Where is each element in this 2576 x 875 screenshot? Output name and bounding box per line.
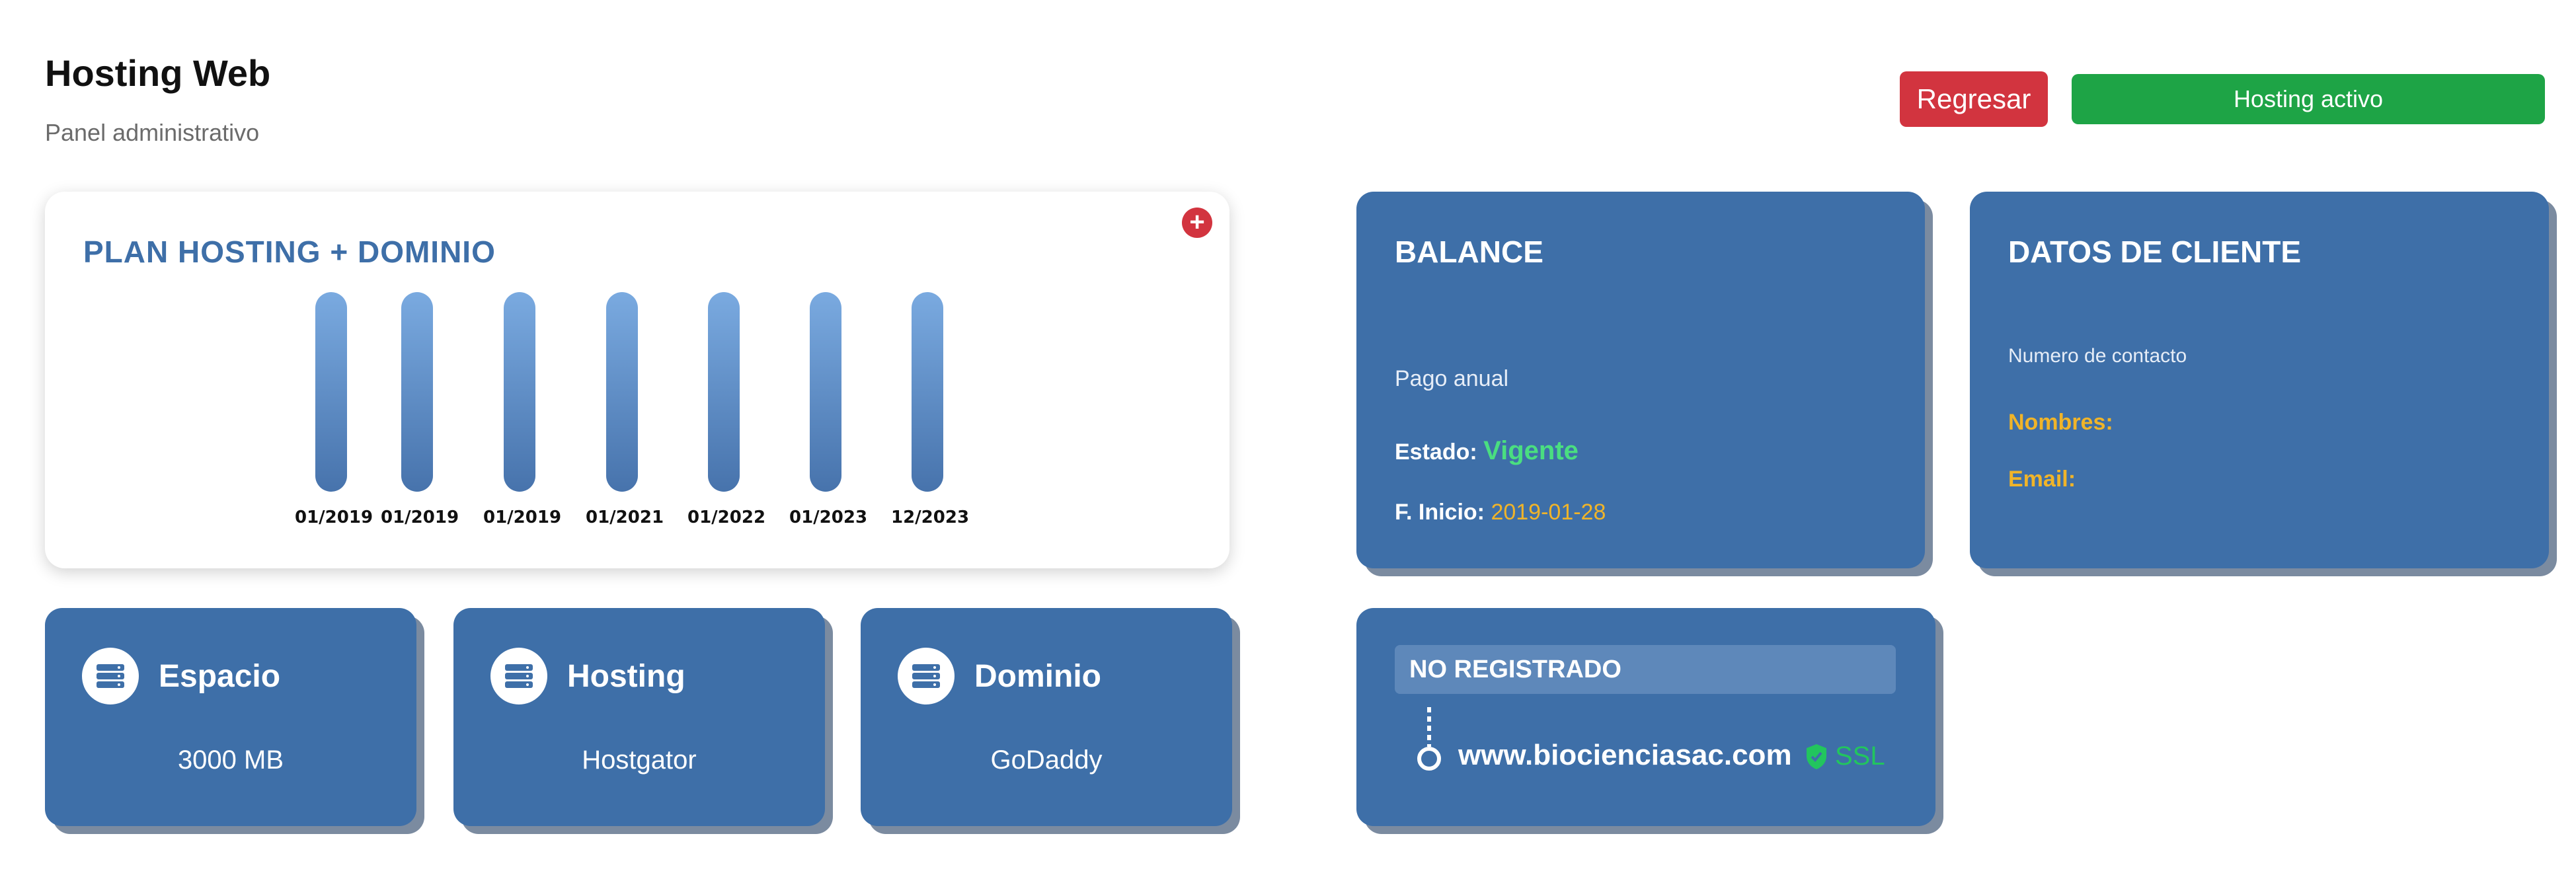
email-label: Email: bbox=[2008, 467, 2076, 492]
timeline-date: 01/2021 bbox=[586, 508, 664, 527]
timeline-bar bbox=[401, 292, 433, 492]
timeline-bar bbox=[606, 292, 638, 492]
resource-value: Hostgator bbox=[582, 745, 697, 775]
names-label: Nombres: bbox=[2008, 410, 2113, 435]
hosting-status-button[interactable]: Hosting activo bbox=[2072, 74, 2545, 124]
shield-check-icon bbox=[1807, 743, 1826, 769]
resource-card-hosting: Hosting Hostgator bbox=[453, 608, 825, 826]
timeline-bar bbox=[708, 292, 740, 492]
timeline-item: 01/2023 bbox=[789, 292, 868, 527]
timeline-item: 01/2019 bbox=[295, 292, 373, 527]
timeline-bar bbox=[315, 292, 347, 492]
timeline-item: 01/2019 bbox=[483, 292, 562, 527]
page-title: Hosting Web bbox=[45, 52, 271, 94]
page-subtitle: Panel administrativo bbox=[45, 119, 260, 146]
server-icon bbox=[82, 648, 139, 704]
start-value: 2019-01-28 bbox=[1491, 500, 1606, 525]
tree-connector-icon bbox=[1417, 707, 1441, 771]
payment-type: Pago anual bbox=[1395, 366, 1509, 391]
registration-badge: NO REGISTRADO bbox=[1395, 645, 1896, 694]
domain-card: NO REGISTRADO www.biocienciasac.com SSL bbox=[1356, 608, 1935, 826]
timeline-bar bbox=[912, 292, 943, 492]
balance-card: BALANCE Pago anual Estado: Vigente F. In… bbox=[1356, 192, 1925, 568]
plan-card: PLAN HOSTING + DOMINIO + 01/2019 01/2019… bbox=[45, 192, 1229, 568]
resource-value: 3000 MB bbox=[177, 745, 284, 775]
client-title: DATOS DE CLIENTE bbox=[2008, 235, 2301, 269]
timeline-date: 12/2023 bbox=[891, 508, 970, 527]
timeline-date: 01/2019 bbox=[483, 508, 562, 527]
status-value: Vigente bbox=[1483, 436, 1579, 465]
balance-title: BALANCE bbox=[1395, 235, 1543, 269]
resource-value: GoDaddy bbox=[990, 745, 1103, 775]
timeline-date: 01/2022 bbox=[687, 508, 766, 527]
timeline-item: 01/2022 bbox=[687, 292, 766, 527]
status-row: Estado: Vigente bbox=[1395, 436, 1579, 466]
resource-title: Dominio bbox=[974, 659, 1101, 694]
back-button[interactable]: Regresar bbox=[1900, 71, 2048, 127]
timeline-item: 12/2023 bbox=[891, 292, 970, 527]
timeline-date: 01/2023 bbox=[789, 508, 868, 527]
resource-card-dominio: Dominio GoDaddy bbox=[861, 608, 1232, 826]
ssl-label: SSL bbox=[1835, 742, 1885, 771]
start-label: F. Inicio: bbox=[1395, 500, 1485, 525]
server-icon bbox=[898, 648, 955, 704]
resource-card-espacio: Espacio 3000 MB bbox=[45, 608, 416, 826]
add-plan-button[interactable]: + bbox=[1182, 208, 1212, 238]
timeline-date: 01/2019 bbox=[295, 508, 373, 527]
timeline-bar bbox=[810, 292, 841, 492]
server-icon bbox=[490, 648, 547, 704]
domain-name[interactable]: www.biocienciasac.com bbox=[1458, 739, 1792, 772]
resource-title: Espacio bbox=[159, 659, 281, 694]
timeline-date: 01/2019 bbox=[381, 508, 459, 527]
timeline-item: 01/2021 bbox=[586, 292, 664, 527]
contact-label: Numero de contacto bbox=[2008, 345, 2187, 367]
start-row: F. Inicio: 2019-01-28 bbox=[1395, 500, 1606, 525]
client-card: DATOS DE CLIENTE Numero de contacto Nomb… bbox=[1970, 192, 2549, 568]
resource-title: Hosting bbox=[567, 659, 685, 694]
status-label: Estado: bbox=[1395, 439, 1477, 465]
ssl-indicator: SSL bbox=[1805, 742, 1885, 771]
timeline-bar bbox=[504, 292, 535, 492]
timeline-item: 01/2019 bbox=[381, 292, 459, 527]
plan-title: PLAN HOSTING + DOMINIO bbox=[83, 235, 496, 269]
